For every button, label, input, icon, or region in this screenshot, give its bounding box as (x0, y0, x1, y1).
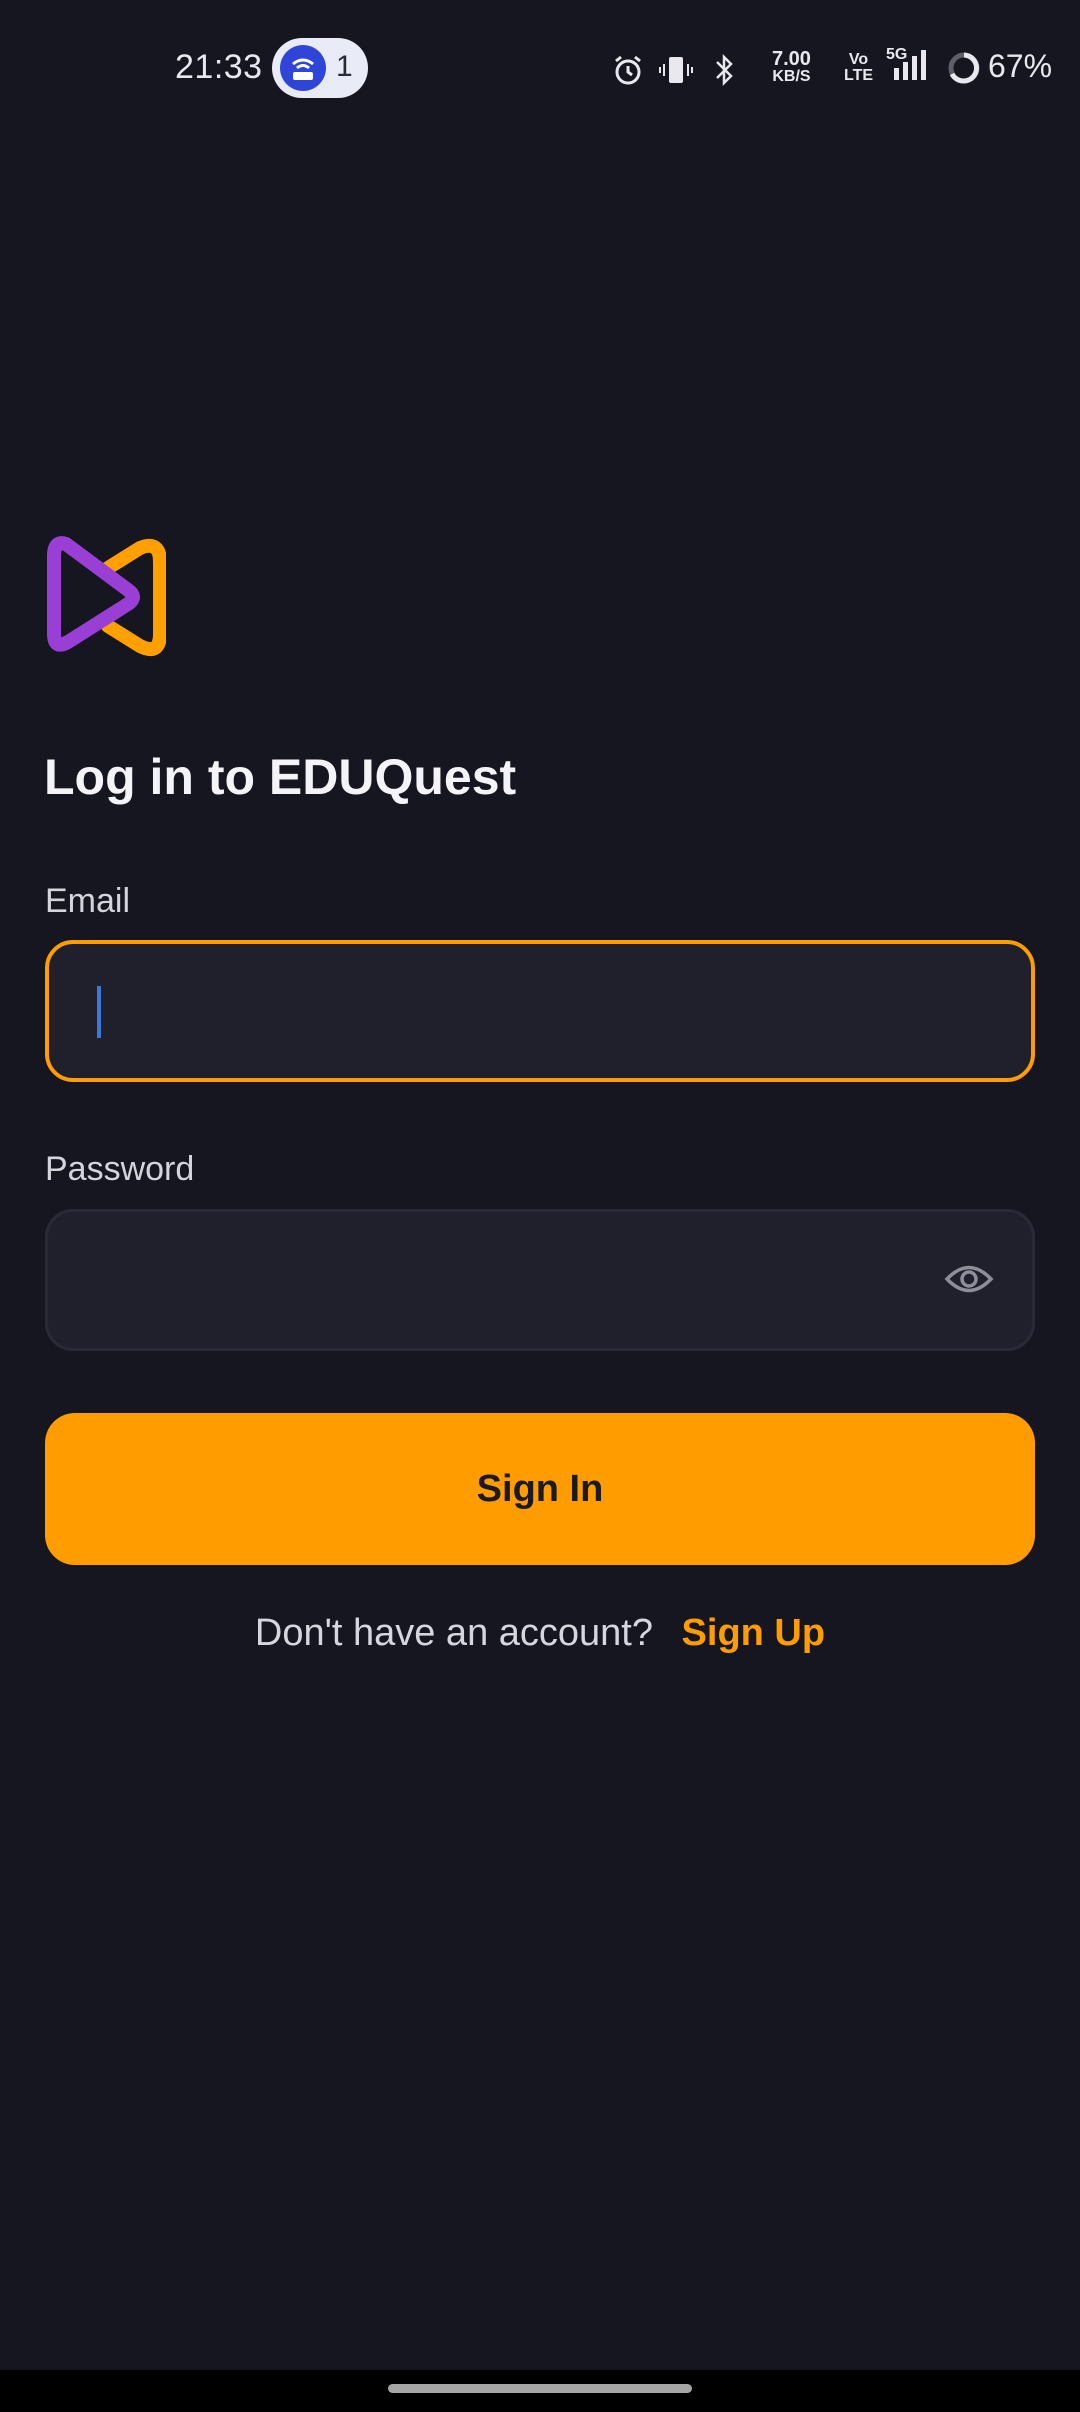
signup-prompt: Don't have an account? (254, 1612, 653, 1654)
eye-icon[interactable] (944, 1260, 994, 1298)
hotspot-indicator[interactable]: 1 (272, 38, 368, 98)
sign-up-link[interactable]: Sign Up (682, 1612, 826, 1654)
password-label: Password (45, 1150, 195, 1188)
bluetooth-icon (716, 53, 733, 87)
app-logo-icon (47, 536, 166, 656)
status-bar: 21:33 1 7.00 KB/S Vo LTE 5G 67% (0, 0, 1080, 140)
volte-indicator: Vo LTE (844, 51, 874, 84)
signup-row: Don't have an account? Sign Up (0, 1612, 1080, 1655)
hotspot-icon (280, 45, 326, 91)
home-indicator[interactable] (388, 2384, 692, 2393)
login-screen: 21:33 1 7.00 KB/S Vo LTE 5G 67% Log in t… (0, 0, 1080, 2412)
battery-percent: 67% (988, 48, 1053, 84)
password-field[interactable] (45, 1209, 1035, 1351)
battery-icon (948, 52, 980, 84)
status-time: 21:33 (175, 48, 263, 86)
email-label: Email (45, 882, 131, 920)
alarm-icon (615, 55, 641, 85)
sign-in-button[interactable]: Sign In (45, 1413, 1035, 1565)
status-icons: 7.00 KB/S Vo LTE 5G 67% (610, 40, 1080, 100)
page-title: Log in to EDUQuest (44, 749, 517, 805)
vibrate-icon (659, 57, 693, 83)
network-speed: 7.00 KB/S (772, 48, 811, 85)
hotspot-count: 1 (336, 50, 353, 83)
text-cursor (97, 986, 101, 1038)
email-field[interactable] (45, 940, 1035, 1082)
